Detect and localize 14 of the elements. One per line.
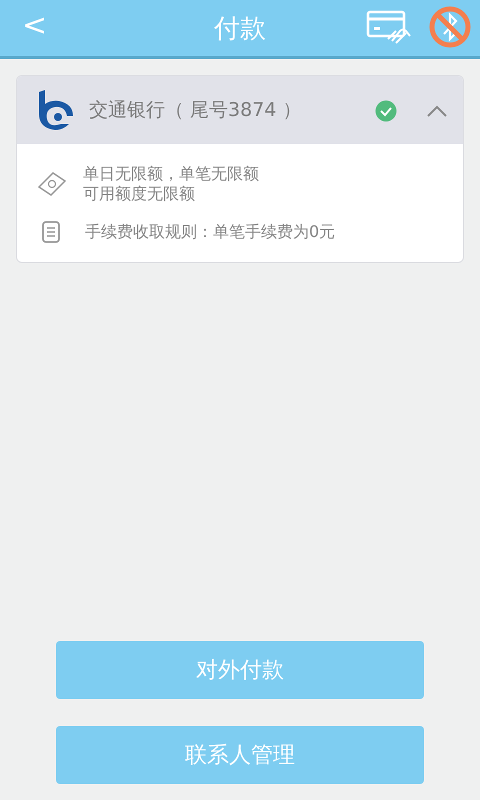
account-header[interactable]: 交通银行（ 尾号3874 ） <box>17 76 463 144</box>
document-icon <box>41 221 61 243</box>
caret-icon[interactable] <box>427 104 447 117</box>
back-button[interactable]: < <box>18 8 52 44</box>
fee-rule-text: 手续费收取规则：单笔手续费为0元 <box>85 221 336 243</box>
card-icon[interactable] <box>366 9 412 45</box>
limit-text: 可用额度无限额 <box>83 184 196 204</box>
action-button[interactable]: 联系人管理 <box>56 726 424 784</box>
bank-account-name: 交通银行（ 尾号3874 ） <box>89 98 302 123</box>
money-icon <box>37 171 67 197</box>
action-button[interactable]: 对外付款 <box>56 641 424 699</box>
limit-text: 单日无限额，单笔无限额 <box>83 164 259 184</box>
bluetooth-off-icon[interactable] <box>428 5 472 49</box>
page-title: 付款 <box>214 13 266 46</box>
